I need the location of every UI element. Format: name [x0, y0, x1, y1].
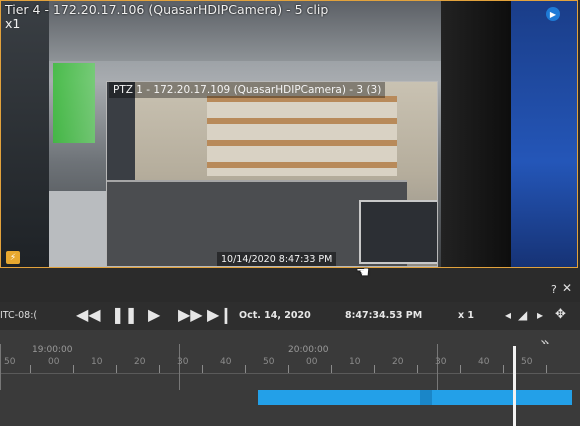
- play-icon[interactable]: ▶: [546, 7, 560, 21]
- minute-label: 50: [263, 357, 275, 367]
- minor-tick: [460, 365, 461, 373]
- fast-forward-icon[interactable]: ▶▶: [178, 305, 203, 325]
- minute-label: 50: [4, 357, 16, 367]
- ptz-title: PTZ 1 - 172.20.17.109 (QuasarHDIPCamera)…: [109, 82, 386, 98]
- video-scene-green-wall: [53, 63, 95, 143]
- minute-label: 20: [392, 357, 404, 367]
- playback-date[interactable]: Oct. 14, 2020: [239, 310, 311, 321]
- playback-speed[interactable]: x 1: [458, 310, 474, 321]
- recording-segment-divider: [420, 390, 432, 405]
- minute-label: 30: [435, 357, 447, 367]
- timeline-playhead[interactable]: [513, 346, 516, 426]
- minor-tick: [245, 365, 246, 373]
- minor-tick: [116, 365, 117, 373]
- minute-label: 40: [478, 357, 490, 367]
- close-icon[interactable]: ✕: [562, 281, 572, 295]
- minor-tick: [503, 365, 504, 373]
- step-forward-icon[interactable]: ▶❙: [207, 305, 233, 325]
- video-scene-wall: [1, 1, 49, 267]
- recording-segment[interactable]: [258, 390, 572, 405]
- hour-tick: [0, 344, 1, 390]
- minor-tick: [417, 365, 418, 373]
- video-scene-pillar: [441, 1, 521, 267]
- minute-label: 00: [306, 357, 318, 367]
- step-back-icon[interactable]: ◂: [505, 305, 511, 325]
- ptz-video-tile[interactable]: PTZ 1 - 172.20.17.109 (QuasarHDIPCamera)…: [106, 81, 438, 267]
- tile-title: Tier 4 - 172.20.17.106 (QuasarHDIPCamera…: [5, 2, 329, 17]
- minor-tick: [73, 365, 74, 373]
- minor-tick: [159, 365, 160, 373]
- minor-tick: [331, 365, 332, 373]
- hour-tick: [179, 344, 180, 390]
- playback-time[interactable]: 8:47:34.53 PM: [345, 310, 422, 321]
- minute-label: 20: [134, 357, 146, 367]
- play-icon[interactable]: ▶: [148, 305, 160, 325]
- hour-label: 20:00:00: [288, 345, 329, 355]
- minor-tick: [288, 365, 289, 373]
- minor-tick: [374, 365, 375, 373]
- help-icon[interactable]: ?: [551, 283, 557, 296]
- hour-tick: [437, 344, 438, 390]
- minute-label: 10: [349, 357, 361, 367]
- minute-label: 30: [177, 357, 189, 367]
- camera-label: ITC-08:(: [0, 310, 38, 321]
- minor-tick: [546, 365, 547, 373]
- camera-status-icon[interactable]: ⚡: [6, 251, 20, 264]
- rewind-icon[interactable]: ◀◀: [76, 305, 101, 325]
- pause-icon[interactable]: ❚❚: [111, 305, 138, 325]
- tile-speed: x1: [5, 16, 21, 31]
- panel-strip: [0, 281, 580, 301]
- ruler-baseline: [0, 373, 580, 374]
- minor-tick: [202, 365, 203, 373]
- minute-label: 40: [220, 357, 232, 367]
- speed-dial-icon[interactable]: ◢: [518, 305, 527, 325]
- minute-label: 50: [521, 357, 533, 367]
- hour-label: 19:00:00: [32, 345, 73, 355]
- hand-cursor-icon: ☚: [356, 263, 370, 281]
- ptz-scene-monitor: [359, 200, 437, 264]
- camera-video-tile[interactable]: Tier 4 - 172.20.17.106 (QuasarHDIPCamera…: [0, 0, 578, 268]
- minor-tick: [30, 365, 31, 373]
- ptz-scene-shelf: [207, 96, 397, 176]
- minute-label: 00: [48, 357, 60, 367]
- ptz-timestamp: 10/14/2020 8:47:33 PM: [217, 252, 337, 266]
- video-scene-blue-wall: [511, 1, 577, 267]
- step-next-icon[interactable]: ▸: [537, 305, 543, 325]
- minute-label: 10: [91, 357, 103, 367]
- options-icon[interactable]: ✥: [555, 305, 566, 325]
- video-scene-floor: [49, 191, 109, 267]
